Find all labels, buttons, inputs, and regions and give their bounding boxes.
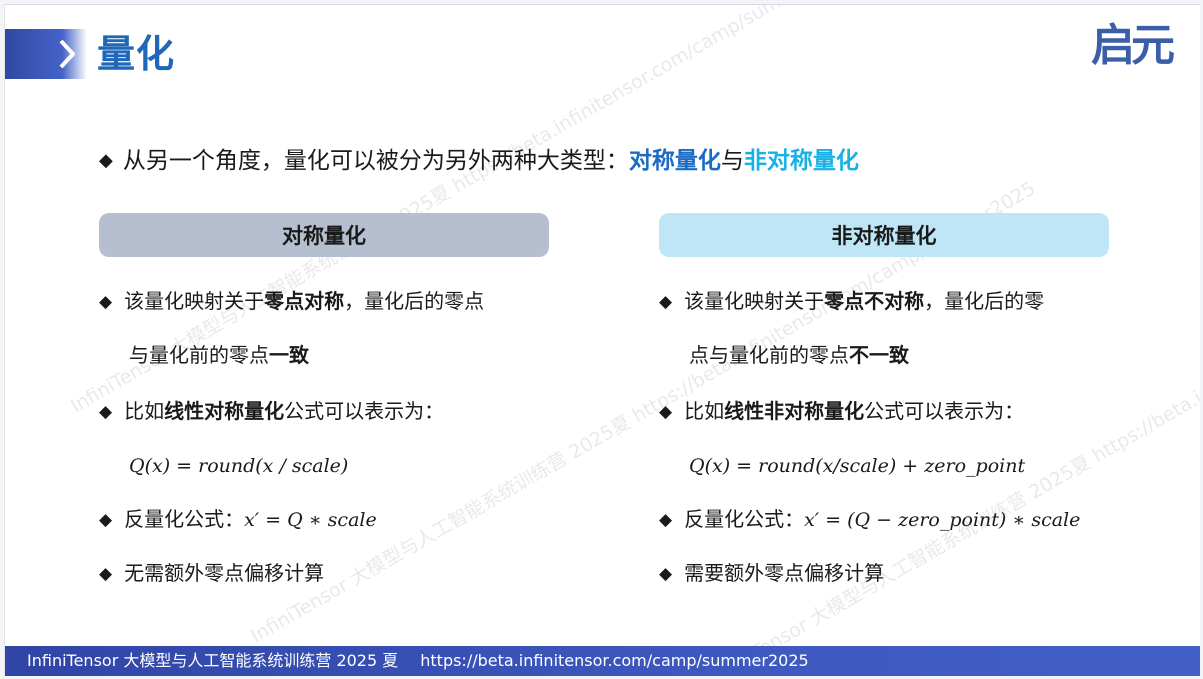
- intro-symmetric: 对称量化: [628, 148, 721, 174]
- footer-bar: InfiniTensor 大模型与人工智能系统训练营 2025 夏 https:/…: [5, 646, 1200, 676]
- diamond-bullet-icon: ◆: [99, 510, 113, 530]
- dequantize-formula: x′ = Q ∗ scale: [244, 509, 377, 531]
- item-text: 该量化映射关于: [684, 289, 825, 313]
- formula: Q(x) = round(x/scale) + zero_point: [689, 451, 1025, 480]
- item-text: ，量化后的零: [924, 289, 1045, 313]
- list-item: ◆ 反量化公式：x′ = Q ∗ scale: [99, 505, 377, 535]
- diamond-bullet-icon: ◆: [659, 564, 673, 584]
- diamond-bullet-icon: ◆: [99, 402, 113, 422]
- formula: Q(x) = round(x / scale): [129, 451, 348, 480]
- list-item-continuation: 与量化前的零点一致: [129, 341, 309, 369]
- item-text: 公式可以表示为：: [284, 399, 445, 423]
- footer-url[interactable]: https://beta.infinitensor.com/camp/summe…: [420, 651, 808, 670]
- item-emphasis: 线性非对称量化: [724, 399, 865, 423]
- diamond-bullet-icon: ◆: [659, 402, 673, 422]
- quantize-formula: Q(x) = round(x/scale) + zero_point: [689, 455, 1026, 477]
- symmetric-heading: 对称量化: [99, 213, 549, 257]
- item-text: 比如: [684, 399, 725, 423]
- item-text: 反量化公式：: [124, 507, 245, 531]
- watermark: InfiniTensor 大模型与人工智能系统训练营 2025夏 https:/…: [707, 217, 1200, 676]
- diamond-bullet-icon: ◆: [99, 564, 113, 584]
- list-item: ◆ 该量化映射关于零点对称，量化后的零点: [99, 287, 484, 317]
- item-text: 点与量化前的零点: [689, 343, 849, 367]
- item-text: 与量化前的零点: [129, 343, 269, 367]
- asymmetric-heading: 非对称量化: [659, 213, 1109, 257]
- item-emphasis: 一致: [269, 343, 309, 367]
- list-item: ◆ 需要额外零点偏移计算: [659, 559, 884, 589]
- item-text: 该量化映射关于: [124, 289, 265, 313]
- item-emphasis: 零点不对称: [824, 289, 925, 313]
- item-emphasis: 不一致: [849, 343, 909, 367]
- chevron-right-icon: [59, 39, 75, 69]
- list-item-continuation: 点与量化前的零点不一致: [689, 341, 909, 369]
- intro-text: 从另一个角度，量化可以被分为另外两种大类型：: [122, 148, 629, 174]
- intro-line: ◆ 从另一个角度，量化可以被分为另外两种大类型：对称量化与非对称量化: [99, 145, 859, 179]
- page-title: 量化: [97, 32, 176, 76]
- slide: InfiniTensor 大模型与人工智能系统训练营 2025夏 https:/…: [4, 4, 1200, 676]
- item-text: 比如: [124, 399, 165, 423]
- list-item: ◆ 该量化映射关于零点不对称，量化后的零: [659, 287, 1044, 317]
- footer-text: InfiniTensor 大模型与人工智能系统训练营 2025 夏: [27, 651, 399, 670]
- list-item: ◆ 比如线性对称量化公式可以表示为：: [99, 397, 444, 427]
- item-text: 需要额外零点偏移计算: [684, 561, 885, 585]
- diamond-bullet-icon: ◆: [659, 510, 673, 530]
- brand-logo: 启元: [1091, 21, 1187, 71]
- dequantize-formula: x′ = (Q − zero_point) ∗ scale: [804, 509, 1081, 531]
- list-item: ◆ 无需额外零点偏移计算: [99, 559, 324, 589]
- intro-connector: 与: [720, 148, 744, 174]
- item-text: 反量化公式：: [684, 507, 805, 531]
- intro-asymmetric: 非对称量化: [743, 148, 859, 174]
- diamond-bullet-icon: ◆: [659, 292, 673, 312]
- item-text: 公式可以表示为：: [864, 399, 1025, 423]
- item-text: ，量化后的零点: [344, 289, 485, 313]
- item-text: 无需额外零点偏移计算: [124, 561, 325, 585]
- quantize-formula: Q(x) = round(x / scale): [129, 455, 349, 477]
- item-emphasis: 线性对称量化: [164, 399, 285, 423]
- item-emphasis: 零点对称: [264, 289, 345, 313]
- diamond-bullet-icon: ◆: [99, 292, 113, 312]
- list-item: ◆ 反量化公式：x′ = (Q − zero_point) ∗ scale: [659, 505, 1080, 535]
- list-item: ◆ 比如线性非对称量化公式可以表示为：: [659, 397, 1024, 427]
- logo-text: 启元: [1091, 20, 1175, 71]
- diamond-bullet-icon: ◆: [99, 150, 113, 171]
